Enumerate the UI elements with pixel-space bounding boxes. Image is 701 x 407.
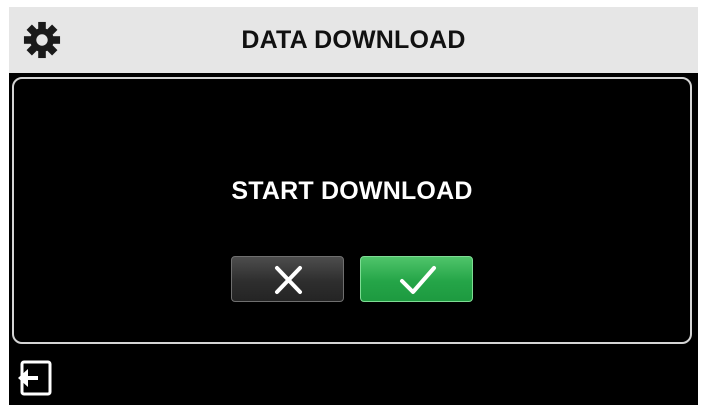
confirm-button[interactable] [360, 256, 473, 302]
header-bar: DATA DOWNLOAD [9, 7, 698, 73]
device-screen: DATA DOWNLOAD START DOWNLOAD [9, 7, 698, 405]
checkmark-icon [400, 266, 436, 294]
dialog-prompt: START DOWNLOAD [231, 177, 473, 205]
close-icon [275, 266, 302, 294]
cancel-button[interactable] [231, 256, 344, 302]
page-title: DATA DOWNLOAD [241, 26, 466, 54]
confirm-dialog: START DOWNLOAD [12, 77, 692, 344]
exit-arrow-icon[interactable] [17, 359, 53, 397]
